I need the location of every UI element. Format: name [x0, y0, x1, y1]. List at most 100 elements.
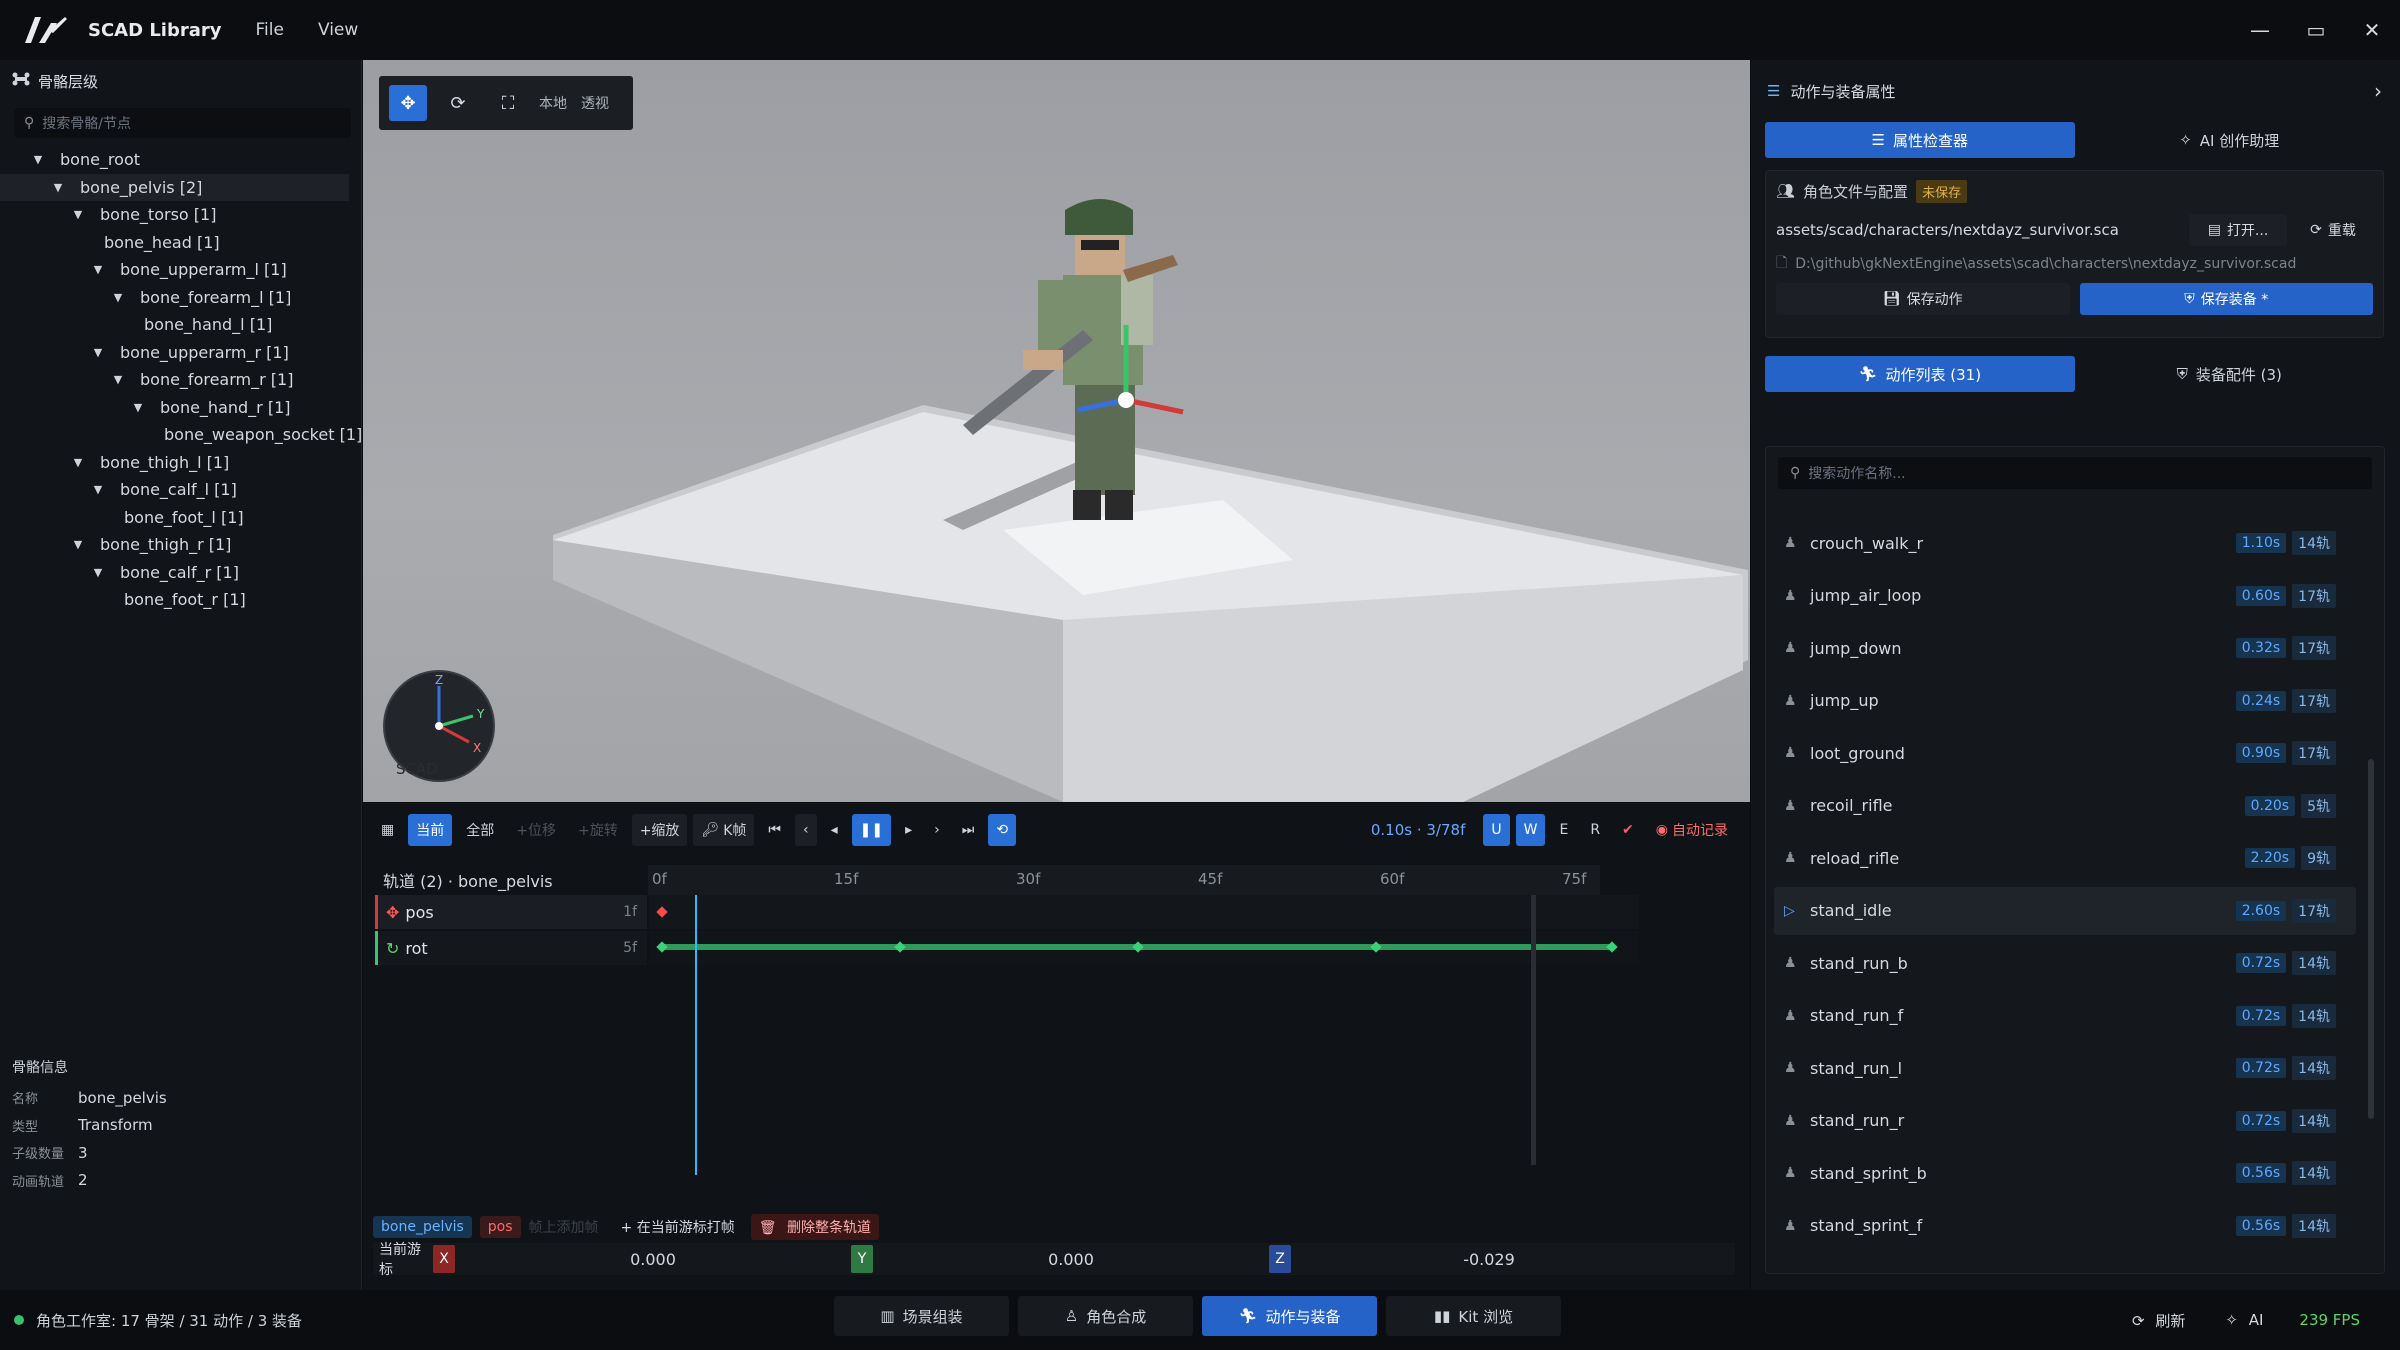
tree-node[interactable]: ▼ bone_calf_r [1]	[0, 559, 361, 587]
bone-search-input[interactable]: ⚲ 搜索骨骼/节点	[14, 108, 351, 138]
expand-arrow-icon[interactable]: ▼	[50, 181, 66, 194]
rotate-tool-button[interactable]: ⟳	[439, 85, 477, 121]
expand-arrow-icon[interactable]: ▼	[130, 401, 146, 414]
tree-node[interactable]: ▼ bone_upperarm_r [1]	[0, 339, 361, 367]
add-rotate-track-button[interactable]: +旋转	[570, 814, 626, 846]
action-list-item[interactable]: ♟ stand_run_b 0.72s 14轨	[1774, 939, 2356, 987]
filter-all-button[interactable]: 全部	[458, 814, 502, 846]
keyframe-lanes[interactable]	[375, 895, 1740, 1195]
tab-scene-assembly[interactable]: ▥ 场景组装	[834, 1296, 1009, 1336]
tree-node[interactable]: ▼ bone_hand_r [1]	[0, 394, 361, 422]
go-start-button[interactable]: ⏮	[760, 814, 789, 846]
tree-node[interactable]: ▼ bone_forearm_r [1]	[0, 366, 361, 394]
local-space-toggle[interactable]: 本地	[539, 93, 567, 113]
tab-kit-browse[interactable]: ▮▮ Kit 浏览	[1386, 1296, 1561, 1336]
action-list-item[interactable]: ♟ loot_ground 0.90s 17轨	[1774, 729, 2356, 777]
chevron-right-icon[interactable]: ›	[2374, 79, 2382, 103]
next-key-button[interactable]: ›	[926, 814, 948, 846]
action-list-item[interactable]: ♟ jump_down 0.32s 17轨	[1774, 624, 2356, 672]
z-value-input[interactable]: -0.029	[1291, 1250, 1687, 1269]
action-list-item[interactable]: ♟ recoil_rifle 0.20s 5轨	[1774, 782, 2356, 830]
menu-view[interactable]: View	[318, 20, 358, 40]
refresh-button[interactable]: ⟳ 刷新	[2132, 1310, 2185, 1331]
reload-button[interactable]: ⟳ 重载	[2293, 214, 2373, 246]
expand-arrow-icon[interactable]: ▼	[70, 456, 86, 469]
move-tool-button[interactable]: ✥	[389, 85, 427, 121]
close-button[interactable]: ✕	[2344, 18, 2400, 42]
maximize-button[interactable]: ▭	[2288, 18, 2344, 42]
tab-property-inspector[interactable]: ☰ 属性检查器	[1765, 122, 2075, 158]
expand-arrow-icon[interactable]: ▼	[110, 373, 126, 386]
tree-node[interactable]: ▼ bone_calf_l [1]	[0, 476, 361, 504]
tree-node[interactable]: ▼ bone_torso [1]	[0, 201, 361, 229]
tab-action-list[interactable]: 🏃︎ 动作列表 (31)	[1765, 356, 2075, 392]
magnet-snap-toggle[interactable]: U	[1483, 814, 1510, 846]
expand-arrow-icon[interactable]: ▼	[30, 153, 46, 166]
asset-path-input[interactable]: assets/scad/characters/nextdayz_survivor…	[1776, 221, 2179, 239]
next-frame-button[interactable]: ▸	[897, 814, 920, 846]
action-list-item[interactable]: ♟ stand_run_f 0.72s 14轨	[1774, 992, 2356, 1040]
action-list-item[interactable]: ♟ stand_run_r 0.72s 14轨	[1774, 1097, 2356, 1145]
e-mode-button[interactable]: E	[1551, 814, 1576, 846]
confirm-icon[interactable]: ✔	[1614, 814, 1642, 846]
open-file-button[interactable]: ▤ 打开...	[2189, 214, 2287, 246]
r-mode-button[interactable]: R	[1582, 814, 1608, 846]
tree-node[interactable]: bone_hand_l [1]	[0, 311, 361, 339]
tree-node[interactable]: bone_head [1]	[0, 229, 361, 257]
expand-arrow-icon[interactable]: ▼	[90, 483, 106, 496]
expand-arrow-icon[interactable]: ▼	[90, 566, 106, 579]
tree-node[interactable]: ▼ bone_pelvis [2]	[0, 173, 349, 201]
expand-arrow-icon[interactable]: ▼	[90, 346, 106, 359]
tree-node[interactable]: bone_foot_l [1]	[0, 504, 361, 532]
tab-action-equipment[interactable]: 🏃︎ 动作与装备	[1202, 1296, 1377, 1336]
action-list-item[interactable]: ♟ stand_run_l 0.72s 14轨	[1774, 1044, 2356, 1092]
action-search-input[interactable]: ⚲ 搜索动作名称...	[1778, 457, 2372, 489]
action-list-item[interactable]: ♟ reload_rifle 2.20s 9轨	[1774, 834, 2356, 882]
x-value-input[interactable]: 0.000	[455, 1250, 851, 1269]
frame-ruler[interactable]: 0f 15f 30f 45f 60f 75f	[648, 865, 1600, 895]
expand-arrow-icon[interactable]: ▼	[90, 263, 106, 276]
perspective-toggle[interactable]: 透视	[581, 93, 609, 113]
loop-toggle[interactable]: ⟲	[988, 814, 1017, 846]
tab-ai-assistant[interactable]: ✧ AI 创作助理	[2075, 122, 2385, 158]
timeline-layout-icon[interactable]: ▦	[373, 814, 402, 846]
menu-file[interactable]: File	[255, 20, 283, 40]
auto-record-toggle[interactable]: ◉ 自动记录	[1648, 814, 1736, 846]
go-end-button[interactable]: ⏭	[954, 814, 983, 846]
tab-character-compose[interactable]: ♙ 角色合成	[1018, 1296, 1193, 1336]
3d-viewport[interactable]: ✥ ⟳ ⛶ 本地 透视 Z Y X SCAD	[363, 60, 1750, 802]
w-mode-button[interactable]: W	[1515, 814, 1546, 846]
minimize-button[interactable]: —	[2232, 18, 2288, 42]
save-action-button[interactable]: 💾︎ 保存动作	[1776, 283, 2070, 315]
key-frame-button[interactable]: 🔑︎ K帧	[693, 814, 755, 846]
expand-arrow-icon[interactable]: ▼	[70, 538, 86, 551]
save-equipment-button[interactable]: ⛨ 保存装备 *	[2079, 283, 2373, 315]
expand-arrow-icon[interactable]: ▼	[70, 208, 86, 221]
ai-button[interactable]: ✧ AI	[2225, 1311, 2263, 1329]
action-list-item[interactable]: ♟ crouch_walk_r 1.10s 14轨	[1774, 519, 2356, 567]
add-key-at-cursor-button[interactable]: + 在当前游标打帧	[613, 1214, 743, 1240]
add-move-track-button[interactable]: +位移	[508, 814, 564, 846]
tree-node[interactable]: ▼ bone_thigh_r [1]	[0, 531, 361, 559]
tree-node[interactable]: ▼ bone_forearm_l [1]	[0, 284, 361, 312]
tree-node[interactable]: ▼ bone_thigh_l [1]	[0, 449, 361, 477]
action-list-item[interactable]: ♟ stand_sprint_f 0.56s 14轨	[1774, 1202, 2356, 1250]
add-scale-track-button[interactable]: +缩放	[631, 814, 688, 846]
prev-frame-button[interactable]: ◂	[823, 814, 846, 846]
action-list-item[interactable]: ♟ jump_up 0.24s 17轨	[1774, 677, 2356, 725]
tree-node[interactable]: ▼ bone_root	[0, 146, 361, 174]
delete-track-button[interactable]: 🗑︎ 删除整条轨道	[750, 1214, 879, 1240]
tree-node[interactable]: bone_foot_r [1]	[0, 586, 361, 614]
filter-current-button[interactable]: 当前	[408, 814, 453, 846]
action-list-item[interactable]: ▷ stand_idle 2.60s 17轨	[1774, 886, 2356, 935]
tab-equipment[interactable]: ⛨ 装备配件 (3)	[2075, 356, 2385, 392]
action-list-item[interactable]: ♟ jump_air_loop 0.60s 17轨	[1774, 572, 2356, 620]
tree-node[interactable]: ▼ bone_upperarm_l [1]	[0, 256, 361, 284]
tree-node[interactable]: bone_weapon_socket [1]	[0, 421, 362, 449]
scale-tool-button[interactable]: ⛶	[489, 85, 527, 121]
prev-key-button[interactable]: ‹	[795, 814, 817, 846]
y-value-input[interactable]: 0.000	[873, 1250, 1269, 1269]
pause-button[interactable]: ❚❚	[851, 814, 892, 846]
action-list-item[interactable]: ♟ stand_sprint_b 0.56s 14轨	[1774, 1149, 2356, 1197]
action-list-scrollbar[interactable]	[2368, 759, 2374, 1119]
